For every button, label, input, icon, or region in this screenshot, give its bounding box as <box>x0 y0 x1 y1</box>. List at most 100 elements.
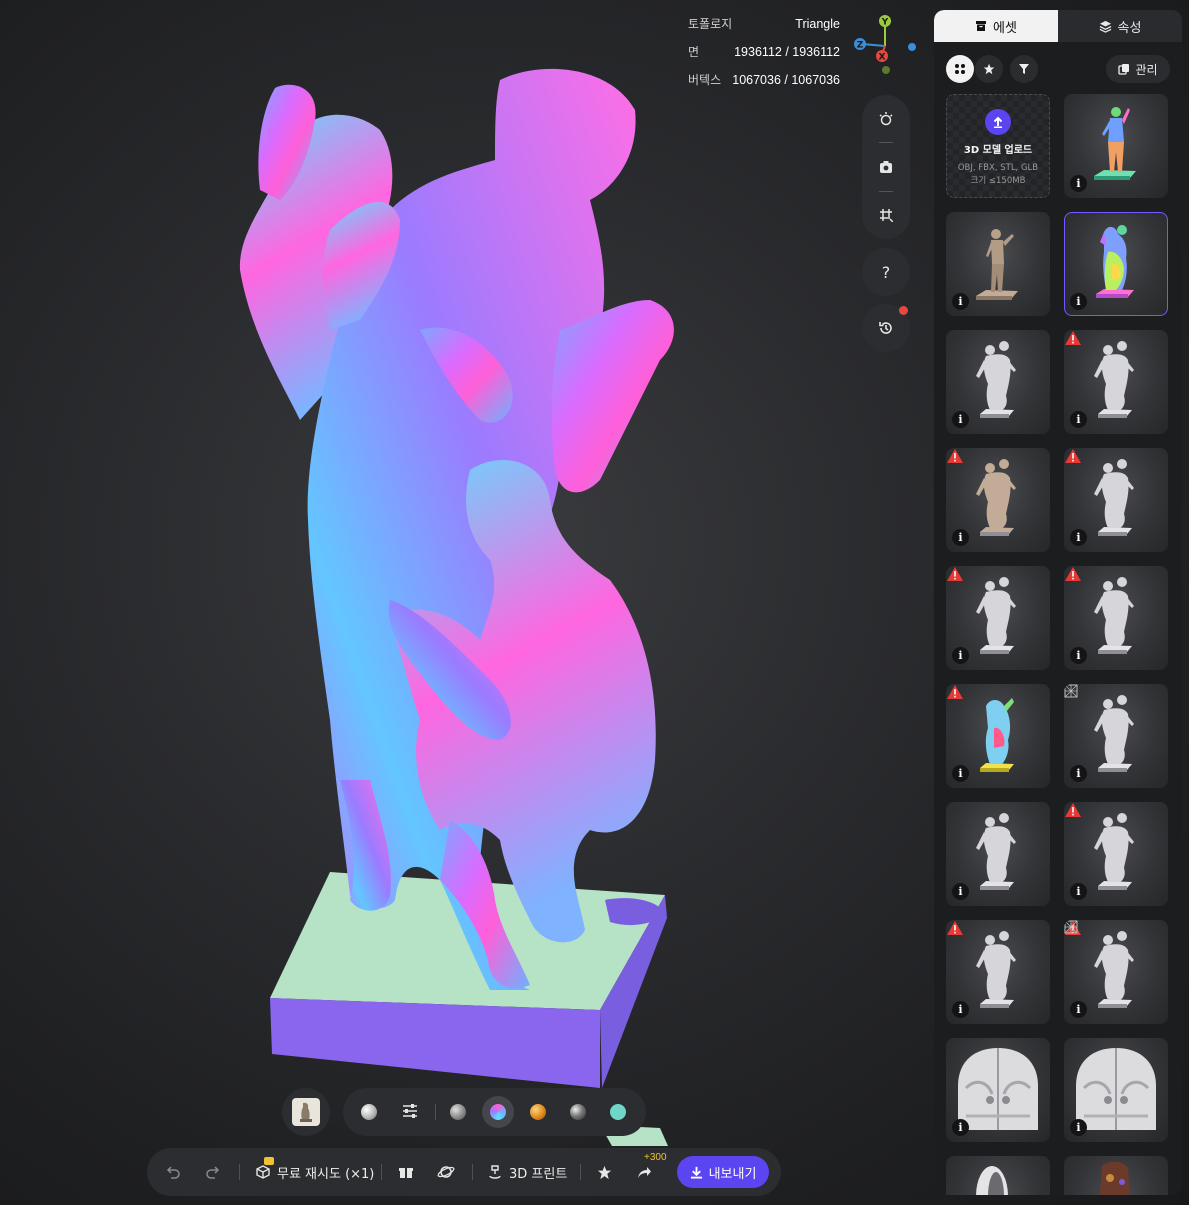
warning-icon <box>1065 803 1081 817</box>
asset-tile[interactable]: i <box>1064 1038 1168 1142</box>
upload-formats: OBJ, FBX, STL, GLB <box>957 163 1039 173</box>
tab-properties[interactable]: 속성 <box>1058 10 1182 42</box>
info-icon[interactable]: i <box>952 411 969 428</box>
teal-material-icon[interactable] <box>610 1104 626 1120</box>
asset-tile[interactable]: i <box>1064 684 1168 788</box>
3d-viewport[interactable] <box>0 0 930 1205</box>
metal-material-icon[interactable] <box>570 1104 586 1120</box>
model-preview[interactable] <box>0 0 930 1205</box>
screenshot-button[interactable] <box>862 143 910 190</box>
toolbar-divider <box>580 1164 581 1180</box>
export-button[interactable]: 내보내기 <box>677 1156 769 1188</box>
upload-model-tile[interactable]: 3D 모델 업로드 OBJ, FBX, STL, GLB 크기 ≤150MB <box>946 94 1050 198</box>
printer-icon <box>489 1165 501 1179</box>
mesh-stats: 토폴로지 Triangle 면 1936112 / 1936112 버텍스 10670… <box>688 10 840 94</box>
asset-tile[interactable]: i <box>946 1156 1050 1195</box>
asset-tile-selected[interactable]: i <box>1064 212 1168 316</box>
material-settings-icon[interactable] <box>401 1102 419 1124</box>
model-thumbnail-button[interactable] <box>282 1088 330 1136</box>
info-icon[interactable]: i <box>1070 765 1087 782</box>
info-icon[interactable]: i <box>952 529 969 546</box>
asset-tile[interactable]: i <box>946 566 1050 670</box>
lighting-button[interactable] <box>862 95 910 142</box>
manage-label: 관리 <box>1135 62 1158 77</box>
info-icon[interactable]: i <box>952 883 969 900</box>
faces-label: 면 <box>688 45 700 59</box>
all-assets-filter[interactable] <box>946 55 974 83</box>
asset-tile[interactable]: i <box>1064 330 1168 434</box>
layers-icon <box>1099 20 1111 33</box>
favorite-button[interactable] <box>597 1148 612 1196</box>
history-button[interactable] <box>862 304 910 352</box>
faces-value: 1936112 / 1936112 <box>734 45 840 59</box>
info-icon[interactable]: i <box>1070 411 1087 428</box>
redo-button[interactable] <box>205 1148 221 1196</box>
funnel-icon <box>1019 64 1029 74</box>
help-button[interactable]: ? <box>862 248 910 296</box>
grid-icon <box>880 209 893 223</box>
share-arrow-icon <box>638 1167 651 1178</box>
warning-icon <box>1065 331 1081 345</box>
info-icon[interactable]: i <box>952 1119 969 1136</box>
gold-material-icon[interactable] <box>530 1104 546 1120</box>
undo-button[interactable] <box>165 1148 181 1196</box>
info-icon[interactable]: i <box>1070 647 1087 664</box>
info-icon[interactable]: i <box>1070 883 1087 900</box>
vertices-value: 1067036 / 1067036 <box>732 73 840 87</box>
clay-material-icon[interactable] <box>361 1104 377 1120</box>
asset-tile[interactable]: i <box>946 1038 1050 1142</box>
mesh-icon <box>1064 920 1078 934</box>
tab-assets-label: 에셋 <box>993 20 1017 36</box>
normal-material-icon[interactable] <box>490 1104 506 1120</box>
axis-gizmo-icon[interactable]: Y Z X <box>850 12 920 78</box>
sidebar-tabs: 에셋 속성 <box>934 10 1182 42</box>
tab-assets[interactable]: 에셋 <box>934 10 1058 42</box>
download-icon <box>690 1166 702 1179</box>
asset-tile[interactable]: i <box>946 212 1050 316</box>
asset-tile[interactable]: i <box>946 684 1050 788</box>
info-icon[interactable]: i <box>1070 1001 1087 1018</box>
warning-icon <box>947 685 963 699</box>
asset-thumbnail-icon <box>976 1166 1008 1195</box>
gift-button[interactable] <box>398 1148 414 1196</box>
info-icon[interactable]: i <box>1070 1119 1087 1136</box>
asset-tile[interactable]: i <box>1064 566 1168 670</box>
view-toolbar <box>862 95 910 239</box>
info-icon[interactable]: i <box>1070 175 1087 192</box>
gray-material-icon[interactable] <box>450 1104 466 1120</box>
manage-button[interactable]: 관리 <box>1106 55 1170 83</box>
help-icon: ? <box>881 262 891 282</box>
asset-tile[interactable]: i <box>1064 448 1168 552</box>
wireframe-button[interactable] <box>862 192 910 239</box>
asset-sidebar: 에셋 속성 관리 3D 모델 업로드 OBJ, FBX, STL, GLB 크기… <box>934 10 1182 1195</box>
info-icon[interactable]: i <box>952 1001 969 1018</box>
asset-tile[interactable]: i <box>1064 802 1168 906</box>
asset-tile[interactable]: i <box>946 448 1050 552</box>
3d-print-button[interactable]: 3D 프린트 <box>487 1148 567 1196</box>
info-icon[interactable]: i <box>1070 293 1087 310</box>
asset-tile[interactable]: i <box>946 330 1050 434</box>
free-retry-button[interactable]: 무료 재시도 (×1) <box>255 1148 374 1196</box>
style-button[interactable] <box>437 1148 455 1196</box>
info-icon[interactable]: i <box>952 647 969 664</box>
mesh-icon <box>1064 684 1078 698</box>
asset-tile[interactable]: i <box>946 920 1050 1024</box>
favorites-filter[interactable] <box>975 55 1003 83</box>
star-icon <box>983 63 995 75</box>
model-thumbnail-icon <box>292 1098 320 1126</box>
info-icon[interactable]: i <box>952 765 969 782</box>
axis-z-label: Z <box>857 41 864 51</box>
vertices-label: 버텍스 <box>688 73 722 87</box>
asset-tile[interactable]: i <box>1064 1156 1168 1195</box>
info-icon[interactable]: i <box>952 293 969 310</box>
asset-tile[interactable]: i <box>1064 94 1168 198</box>
toolbar-divider <box>472 1164 473 1180</box>
gift-icon <box>399 1168 413 1178</box>
asset-tile[interactable]: i <box>1064 920 1168 1024</box>
warning-icon <box>947 921 963 935</box>
filter-button[interactable] <box>1010 55 1038 83</box>
asset-tile[interactable]: i <box>946 802 1050 906</box>
topology-label: 토폴로지 <box>688 17 733 31</box>
info-icon[interactable]: i <box>1070 529 1087 546</box>
toolbar-divider <box>239 1164 240 1180</box>
